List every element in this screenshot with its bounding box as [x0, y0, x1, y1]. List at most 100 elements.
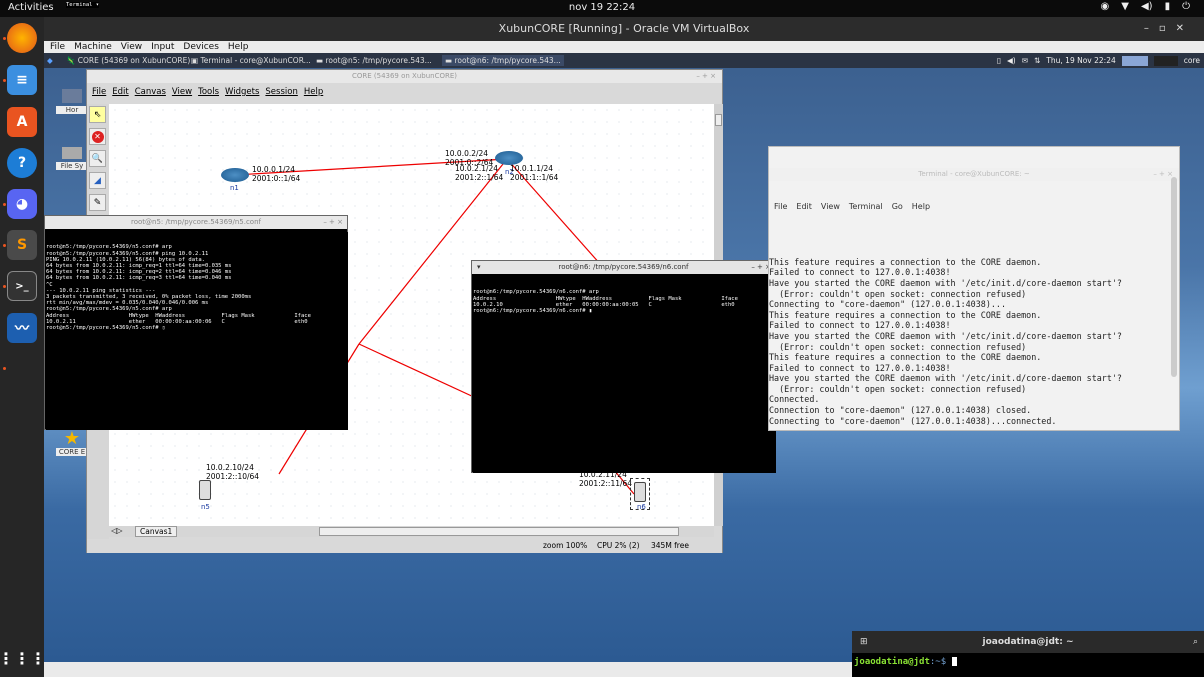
- plot-icon[interactable]: ◢: [89, 172, 106, 189]
- task-n5[interactable]: ▬ root@n5: /tmp/pycore.543...: [316, 55, 432, 66]
- stop-session-icon[interactable]: ✕: [89, 128, 106, 145]
- virtualbox-menu-bar: File Machine View Input Devices Help: [44, 41, 1204, 53]
- link-switch-n6[interactable]: [358, 343, 490, 405]
- daemon-menu-edit[interactable]: Edit: [796, 202, 812, 214]
- menu-help[interactable]: Help: [228, 42, 249, 52]
- battery-icon[interactable]: ▮: [1165, 1, 1171, 12]
- core-menu-file[interactable]: File: [92, 87, 106, 97]
- sublime-text-icon[interactable]: S: [7, 230, 37, 260]
- daemon-menu-file[interactable]: File: [774, 202, 787, 214]
- host-n5-icon[interactable]: [199, 480, 211, 500]
- terminal-icon[interactable]: >_: [7, 271, 37, 301]
- marker-icon[interactable]: ✎: [89, 194, 106, 211]
- search-icon[interactable]: ⌕: [1193, 631, 1198, 653]
- firefox-icon[interactable]: [7, 23, 37, 53]
- task-n6[interactable]: ▬ root@n6: /tmp/pycore.543...: [442, 55, 564, 66]
- wifi-icon[interactable]: ▼: [1121, 1, 1129, 12]
- workspace-switcher[interactable]: [1121, 55, 1148, 66]
- guest-desktop: ◆ 🦎 CORE (54369 on XubunCORE) ▣ Terminal…: [44, 53, 1204, 662]
- guest-tray: ▯ ◀) ✉ ⇅ Thu, 19 Nov 22:24 core: [997, 53, 1204, 68]
- core-menu-session[interactable]: Session: [265, 87, 297, 97]
- daemon-menu-terminal[interactable]: Terminal: [849, 202, 883, 214]
- help-icon[interactable]: ?: [7, 148, 37, 178]
- task-core[interactable]: 🦎 CORE (54369 on XubunCORE): [66, 55, 190, 66]
- volume-icon[interactable]: ◀): [1007, 56, 1016, 65]
- n5-terminal-window: root@n5: /tmp/pycore.54369/n5.conf – + × …: [44, 215, 348, 430]
- node-n5-label: 10.0.2.10/24 2001:2::10/64: [206, 463, 260, 481]
- node-n6-name: n6: [637, 503, 646, 511]
- xfce-menu-icon[interactable]: ◆: [47, 55, 53, 66]
- core-menu-tools[interactable]: Tools: [198, 87, 219, 97]
- app-store-icon[interactable]: A: [7, 107, 37, 137]
- clock[interactable]: nov 19 22:24: [0, 2, 1204, 13]
- core-title-bar: CORE (54369 on XubunCORE) – + ×: [87, 70, 722, 83]
- select-tool-icon[interactable]: ⇖: [89, 106, 106, 123]
- system-tray[interactable]: ◉ ▼ ◀) ▮ ⏻: [1101, 1, 1190, 12]
- power-icon[interactable]: ⏻: [1182, 1, 1190, 12]
- menu-file[interactable]: File: [50, 42, 65, 52]
- drive-icon: [62, 147, 82, 159]
- daemon-menu-help[interactable]: Help: [912, 202, 930, 214]
- notes-icon[interactable]: ≡: [7, 65, 37, 95]
- cursor: [951, 657, 957, 666]
- virtualbox-title-bar: XubunCORE [Running] - Oracle VM VirtualB…: [44, 17, 1204, 41]
- n5-terminal-output[interactable]: root@n5:/tmp/pycore.54369/n5.conf# arp ro…: [46, 232, 348, 430]
- n5-terminal-title-bar: root@n5: /tmp/pycore.54369/n5.conf – + ×: [45, 216, 347, 229]
- status-cpu: CPU 2% (2): [597, 541, 640, 550]
- host-terminal-title-bar: ⊞ joaodatina@jdt: ~ ⌕: [852, 631, 1204, 653]
- menu-view[interactable]: View: [121, 42, 142, 52]
- tab-canvas1[interactable]: Canvas1: [135, 526, 178, 537]
- battery-icon[interactable]: ▯: [997, 56, 1001, 65]
- router-n2-icon[interactable]: [495, 151, 523, 165]
- desktop-icon-core[interactable]: ★ CORE E: [56, 430, 88, 462]
- volume-icon[interactable]: ◀): [1141, 1, 1153, 12]
- node-n2-label-right: 10.0.1.1/24 2001:1::1/64: [510, 164, 559, 182]
- n5-window-controls[interactable]: – + ×: [323, 216, 343, 229]
- menu-machine[interactable]: Machine: [74, 42, 112, 52]
- node-n1-label: 10.0.0.1/24 2001:0::1/64: [252, 165, 301, 183]
- scroll-left-icon[interactable]: ◁▷: [111, 526, 123, 535]
- horizontal-scroll-thumb[interactable]: [319, 527, 679, 536]
- daemon-menu-go[interactable]: Go: [892, 202, 903, 214]
- node-n1-name: n1: [230, 184, 239, 192]
- daemon-menu-view[interactable]: View: [821, 202, 840, 214]
- window-title: XubunCORE [Running] - Oracle VM VirtualB…: [498, 22, 750, 35]
- daemon-scrollbar[interactable]: [1171, 177, 1177, 377]
- daemon-terminal-title-bar: Terminal - core@XubunCORE: ~ – + ×: [769, 168, 1179, 182]
- network-icon[interactable]: ⇅: [1034, 56, 1040, 65]
- zoom-icon[interactable]: 🔍: [89, 150, 106, 167]
- discord-tray-icon[interactable]: ◉: [1101, 1, 1110, 12]
- core-menu-canvas[interactable]: Canvas: [135, 87, 166, 97]
- n6-terminal-output[interactable]: root@n6:/tmp/pycore.54369/n6.conf# arp Ad…: [473, 277, 776, 473]
- host-terminal-window: ⊞ joaodatina@jdt: ~ ⌕ joaodatina@jdt:~$: [852, 631, 1204, 677]
- menu-devices[interactable]: Devices: [183, 42, 218, 52]
- host-terminal-output[interactable]: joaodatina@jdt:~$: [852, 653, 1204, 677]
- discord-icon[interactable]: ◕: [7, 189, 37, 219]
- core-menu-widgets[interactable]: Widgets: [225, 87, 259, 97]
- canvas-horizontal-scrollbar: ◁▷ Canvas1: [109, 526, 714, 537]
- core-menu-view[interactable]: View: [172, 87, 192, 97]
- new-tab-icon[interactable]: ⊞: [860, 631, 868, 653]
- core-window-controls[interactable]: – + ×: [696, 70, 716, 83]
- n6-window-menu-icon[interactable]: ▾: [477, 261, 481, 274]
- virtualbox-monitor-icon[interactable]: 〰: [7, 313, 37, 343]
- node-n5-name: n5: [201, 503, 210, 511]
- core-menu-bar: File Edit Canvas View Tools Widgets Sess…: [87, 83, 722, 100]
- menu-input[interactable]: Input: [151, 42, 174, 52]
- desktop-icon-filesystem[interactable]: File Sy: [56, 147, 88, 179]
- router-n1-icon[interactable]: [221, 168, 249, 182]
- n6-terminal-title-bar: ▾ root@n6: /tmp/pycore.54369/n6.conf – + ×: [472, 261, 775, 274]
- desktop-icon-home[interactable]: Hor: [56, 89, 88, 121]
- mail-icon[interactable]: ✉: [1022, 56, 1028, 65]
- core-menu-help[interactable]: Help: [304, 87, 323, 97]
- user-name[interactable]: core: [1184, 56, 1200, 65]
- window-controls[interactable]: –▫✕: [1144, 17, 1194, 41]
- show-apps-icon[interactable]: ⋮⋮⋮: [0, 643, 46, 673]
- status-zoom: zoom 100%: [543, 541, 588, 550]
- core-menu-edit[interactable]: Edit: [112, 87, 128, 97]
- core-daemon-terminal[interactable]: Terminal - core@XubunCORE: ~ – + × File Ed…: [768, 146, 1180, 431]
- node-n2-label-left: 10.0.2.1/24 2001:2::1/64: [455, 164, 504, 182]
- task-terminal[interactable]: ▣ Terminal - core@XubunCOR...: [191, 55, 311, 66]
- host-n6-icon[interactable]: [634, 482, 646, 502]
- guest-clock[interactable]: Thu, 19 Nov 22:24: [1046, 56, 1115, 65]
